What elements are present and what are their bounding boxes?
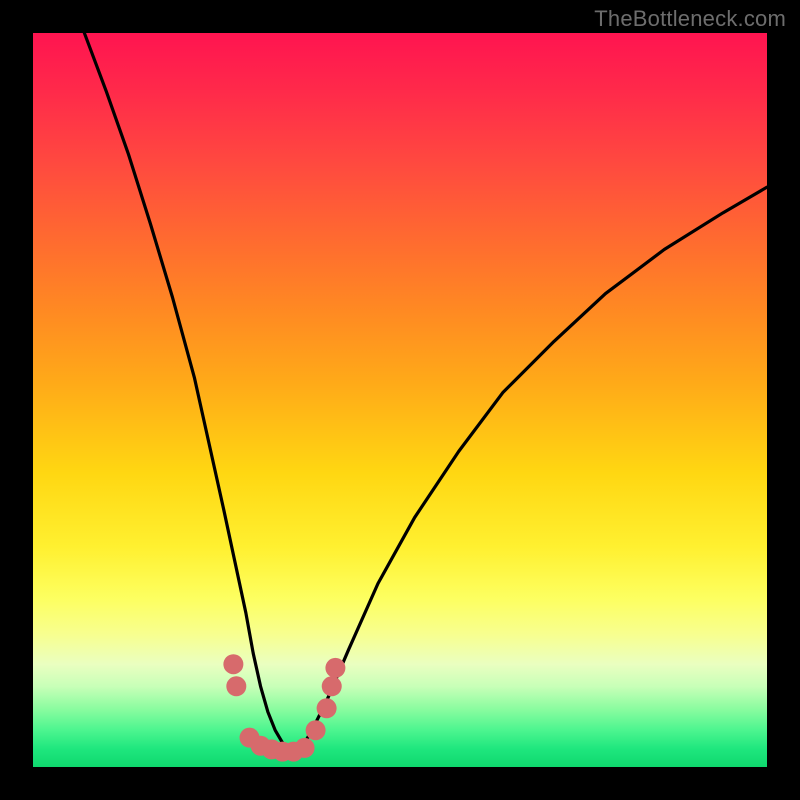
marker-dot [295,738,315,758]
marker-dot [223,654,243,674]
bottleneck-markers [223,654,345,761]
marker-dot [317,698,337,718]
plot-area [33,33,767,767]
marker-dot [325,658,345,678]
marker-dot [306,720,326,740]
chart-svg [33,33,767,767]
chart-frame: TheBottleneck.com [0,0,800,800]
marker-dot [226,676,246,696]
marker-dot [322,676,342,696]
watermark-text: TheBottleneck.com [594,6,786,32]
bottleneck-curve [84,33,767,750]
